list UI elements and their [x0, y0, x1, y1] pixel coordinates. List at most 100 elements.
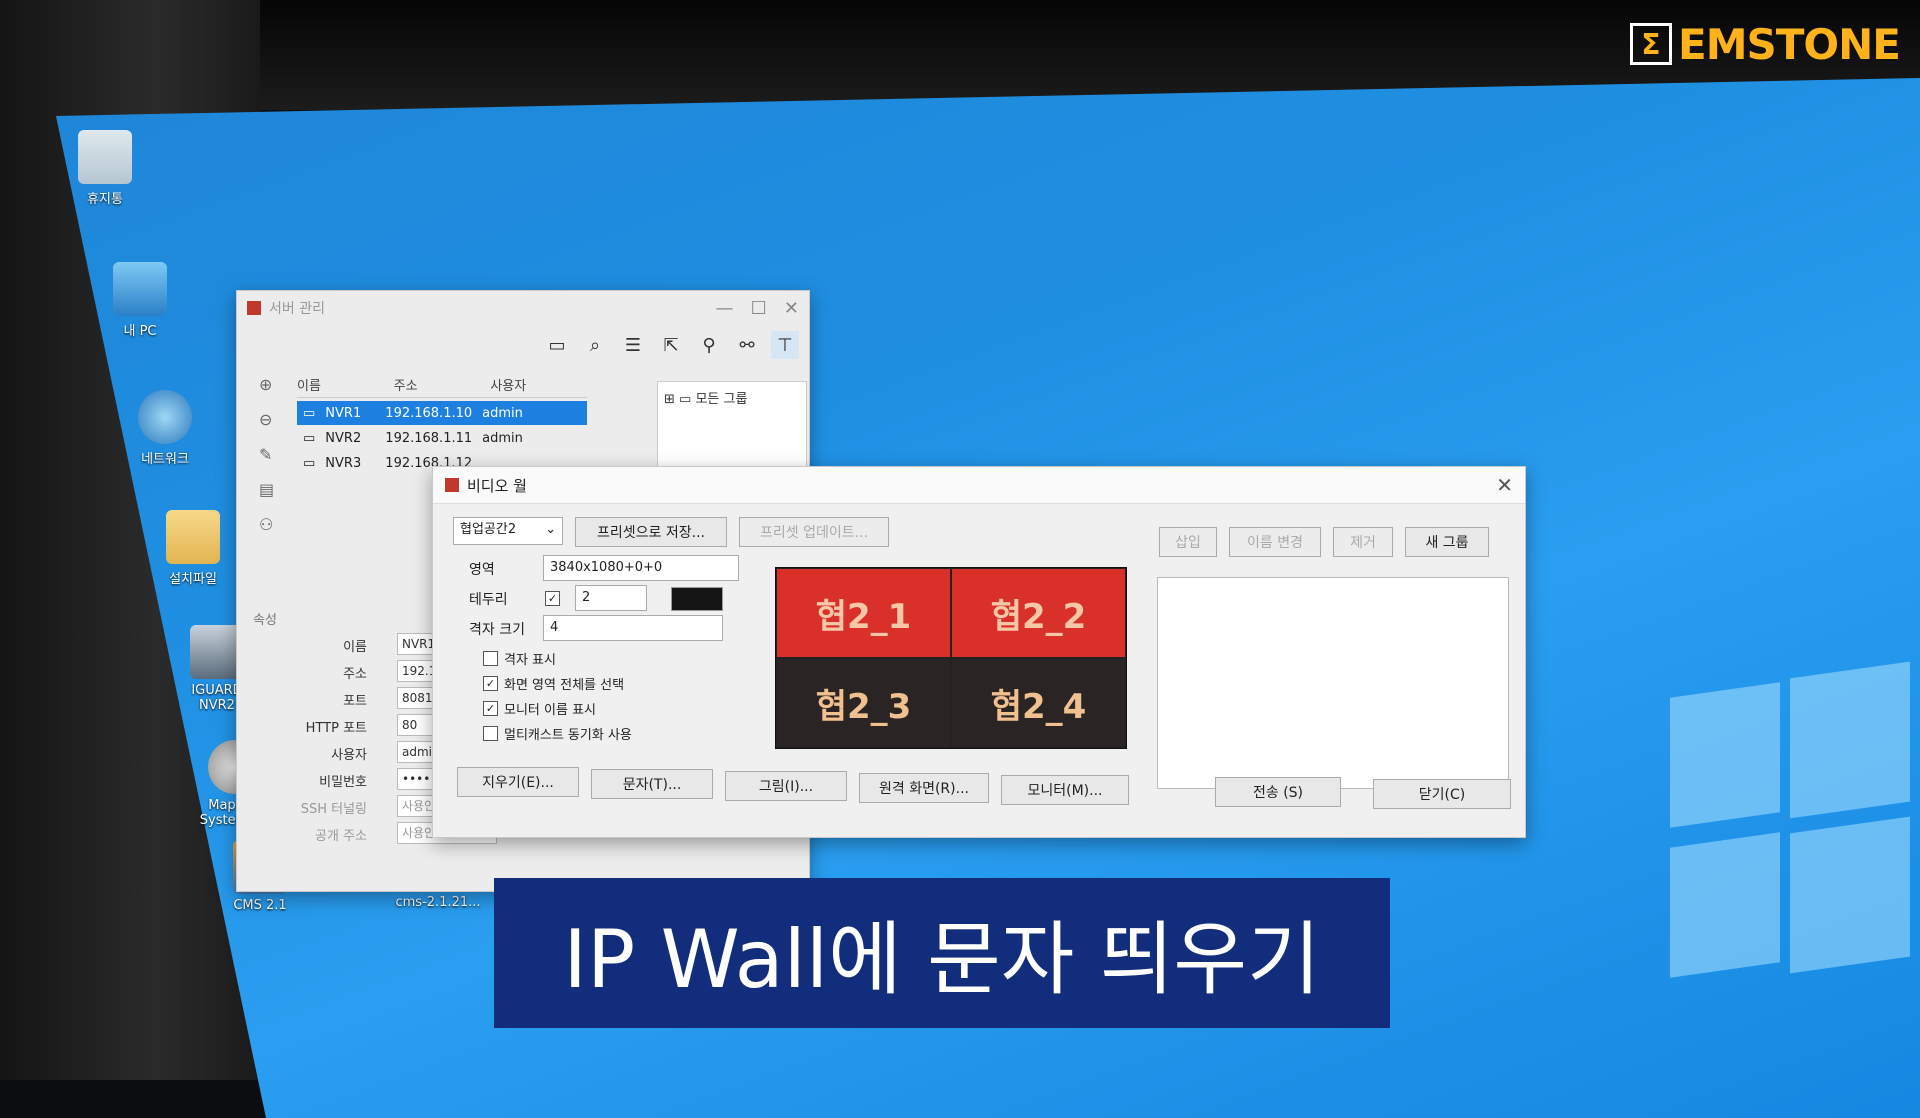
users-icon[interactable]: ⚇ — [259, 515, 274, 534]
column-user[interactable]: 사용자 — [490, 375, 587, 397]
folder-icon — [166, 510, 220, 564]
wall-cell[interactable]: 협2_3 — [776, 658, 951, 748]
border-color-swatch[interactable] — [671, 587, 723, 611]
windows-logo — [1650, 650, 1910, 1010]
prop-label: 공개 주소 — [315, 829, 367, 844]
preset-select-value: 협업공간2 — [460, 522, 517, 537]
window-controls[interactable]: — ☐ ✕ — [715, 298, 799, 319]
image-button[interactable]: 그림(I)... — [725, 771, 847, 801]
recycle-bin-icon — [78, 130, 132, 184]
column-address[interactable]: 주소 — [394, 375, 491, 397]
prop-label: 비밀번호 — [319, 775, 367, 790]
select-all-label: 화면 영역 전체를 선택 — [504, 678, 625, 693]
connect-icon[interactable]: ⚲ — [695, 331, 723, 359]
show-grid-label: 격자 표시 — [504, 653, 556, 668]
group-list[interactable] — [1157, 577, 1509, 789]
app-icon — [445, 478, 459, 492]
desktop-icon-label: 내 PC — [123, 324, 157, 339]
video-wall-dialog: 비디오 월 ✕ 협업공간2 ⌄ 프리셋으로 저장... 프리셋 업데이트... … — [432, 466, 1526, 838]
desktop-icon-cms-file[interactable]: cms-2.1.21... — [378, 895, 498, 910]
desktop-icon-recycle-bin[interactable]: 휴지통 — [60, 130, 150, 207]
desktop-icon-label: 설치파일 — [169, 572, 217, 587]
desktop-icon-label: 휴지통 — [87, 192, 123, 207]
remove-icon[interactable]: ⊖ — [259, 410, 274, 429]
multicast-checkbox[interactable]: 멀티캐스트 동기화 사용 — [483, 724, 632, 743]
remove-button[interactable]: 제거 — [1333, 527, 1393, 557]
column-name[interactable]: 이름 — [297, 375, 394, 397]
select-all-checkbox[interactable]: ✓ 화면 영역 전체를 선택 — [483, 674, 624, 693]
video-wall-titlebar: 비디오 월 ✕ — [433, 467, 1525, 504]
send-button[interactable]: 전송 (S) — [1215, 777, 1341, 807]
area-label: 영역 — [469, 562, 495, 578]
brand-mark-icon: Σ — [1630, 23, 1672, 65]
server-row[interactable]: ▭ NVR2 192.168.1.11 admin — [297, 426, 587, 450]
external-link-icon[interactable]: ⇱ — [657, 331, 685, 359]
area-field[interactable]: 3840x1080+0+0 — [543, 555, 739, 581]
save-preset-button[interactable]: 프리셋으로 저장... — [575, 517, 727, 547]
desktop-icon-my-pc[interactable]: 내 PC — [95, 262, 185, 339]
network-icon — [138, 390, 192, 444]
server-name: NVR3 — [325, 455, 362, 471]
monitor-icon: ▭ — [303, 405, 316, 421]
monitor-button[interactable]: 모니터(M)... — [1001, 775, 1129, 805]
console-icon[interactable]: ▤ — [259, 480, 274, 499]
prop-label: 포트 — [343, 694, 367, 709]
border-checkbox[interactable]: ✓ — [545, 591, 560, 606]
list-icon[interactable]: ☰ — [619, 331, 647, 359]
dialog-title: 비디오 월 — [467, 476, 527, 495]
edit-icon[interactable]: ✎ — [259, 445, 274, 464]
server-user: admin — [482, 405, 523, 421]
show-grid-checkbox[interactable]: 격자 표시 — [483, 649, 556, 668]
folder-icon: ⊞ ▭ — [664, 392, 692, 407]
search-icon[interactable]: ⌕ — [581, 331, 609, 359]
brand-name: EMSTONE — [1678, 19, 1901, 69]
preset-select[interactable]: 협업공간2 ⌄ — [453, 517, 563, 545]
border-width-field[interactable]: 2 — [575, 585, 647, 611]
monitor-icon[interactable]: ▭ — [543, 331, 571, 359]
remote-screen-button[interactable]: 원격 화면(R)... — [859, 773, 989, 803]
server-side-actions: ⊕ ⊖ ✎ ▤ ⚇ — [259, 375, 274, 534]
server-name: NVR2 — [325, 430, 362, 446]
close-icon[interactable]: ✕ — [1496, 473, 1513, 497]
window-title: 서버 관리 — [269, 301, 325, 317]
wall-cell[interactable]: 협2_1 — [776, 568, 951, 658]
border-label: 테두리 — [469, 592, 508, 608]
multicast-label: 멀티캐스트 동기화 사용 — [504, 728, 632, 743]
monitor-name-checkbox[interactable]: ✓ 모니터 이름 표시 — [483, 699, 596, 718]
grid-size-field[interactable]: 4 — [543, 615, 723, 641]
group-root-label: 모든 그룹 — [695, 392, 748, 407]
apply-button[interactable]: 삽입 — [1159, 527, 1217, 557]
server-row[interactable]: ▭ NVR1 192.168.1.10 admin — [297, 401, 587, 425]
server-address: 192.168.1.10 — [385, 405, 473, 421]
rename-button[interactable]: 이름 변경 — [1229, 527, 1321, 557]
hierarchy-icon[interactable]: ⊤ — [771, 331, 799, 359]
desktop-icon-install-folder[interactable]: 설치파일 — [148, 510, 238, 587]
server-toolbar: ▭ ⌕ ☰ ⇱ ⚲ ⚯ ⊤ — [543, 331, 799, 359]
video-wall-layout[interactable]: 협2_1 협2_2 협2_3 협2_4 — [775, 567, 1127, 749]
brand-logo: Σ EMSTONE — [1630, 19, 1901, 69]
server-address: 192.168.1.11 — [385, 430, 473, 446]
computer-icon — [113, 262, 167, 316]
properties-title: 속성 — [253, 613, 277, 628]
desktop-icon-network[interactable]: 네트워크 — [120, 390, 210, 467]
wall-cell[interactable]: 협2_4 — [951, 658, 1126, 748]
desktop-icon-label: cms-2.1.21... — [395, 895, 481, 910]
server-name: NVR1 — [325, 405, 362, 421]
add-icon[interactable]: ⊕ — [259, 375, 274, 394]
prop-label: SSH 터널링 — [300, 802, 367, 817]
monitor-name-label: 모니터 이름 표시 — [504, 703, 596, 718]
prop-label: 이름 — [343, 640, 367, 655]
text-button[interactable]: 문자(T)... — [591, 769, 713, 799]
prop-label: 사용자 — [331, 748, 367, 763]
disconnect-icon[interactable]: ⚯ — [733, 331, 761, 359]
new-group-button[interactable]: 새 그룹 — [1405, 527, 1489, 557]
clear-button[interactable]: 지우기(E)... — [457, 767, 579, 797]
app-icon — [247, 301, 261, 315]
video-caption: IP Wall에 문자 띄우기 — [494, 878, 1390, 1028]
grid-size-label: 격자 크기 — [469, 622, 525, 638]
wall-cell[interactable]: 협2_2 — [951, 568, 1126, 658]
close-button[interactable]: 닫기(C) — [1373, 779, 1511, 809]
update-preset-button[interactable]: 프리셋 업데이트... — [739, 517, 889, 547]
server-user: admin — [482, 430, 523, 446]
monitor-icon: ▭ — [303, 430, 316, 446]
